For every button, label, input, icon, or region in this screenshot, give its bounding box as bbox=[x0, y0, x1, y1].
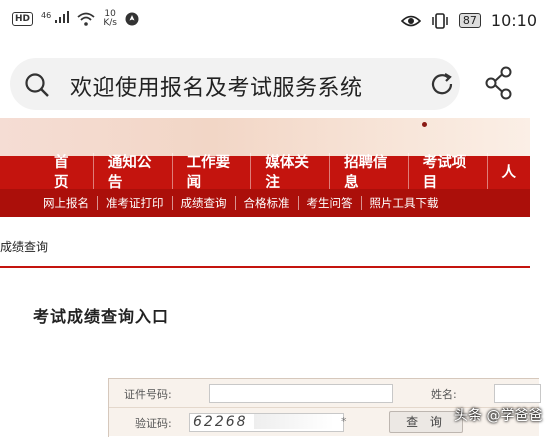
hd-badge: HD bbox=[12, 12, 34, 26]
captcha-value: 62268 bbox=[193, 414, 248, 430]
page-title: 考试成绩查询入口 bbox=[33, 307, 170, 326]
search-icon[interactable] bbox=[24, 72, 50, 98]
main-nav: 首页 通知公告 工作要闻 媒体关注 招聘信息 考试项目 人 bbox=[0, 152, 531, 193]
sub-nav-online-registration[interactable]: 网上报名 bbox=[35, 196, 98, 210]
banner-ornament bbox=[422, 122, 427, 127]
id-number-input[interactable] bbox=[209, 384, 393, 403]
nav-item-notices[interactable]: 通知公告 bbox=[94, 152, 173, 193]
nav-item-recruitment[interactable]: 招聘信息 bbox=[330, 152, 409, 193]
sub-nav-pass-standard[interactable]: 合格标准 bbox=[236, 196, 299, 210]
refresh-icon[interactable] bbox=[428, 70, 456, 98]
watermark: 头条 @学爸爸 bbox=[454, 408, 543, 424]
nav-item-work-news[interactable]: 工作要闻 bbox=[173, 152, 252, 193]
sub-nav: 网上报名 准考证打印 成绩查询 合格标准 考生问答 照片工具下载 bbox=[0, 189, 530, 217]
id-label: 证件号码: bbox=[124, 388, 172, 401]
name-input[interactable] bbox=[494, 384, 541, 403]
net-speed: 10 K/s bbox=[103, 10, 117, 28]
compass-icon bbox=[125, 12, 139, 26]
breadcrumb[interactable]: 成绩查询 bbox=[0, 238, 48, 255]
nav-item-more[interactable]: 人 bbox=[488, 163, 531, 183]
nav-item-media[interactable]: 媒体关注 bbox=[251, 152, 331, 193]
share-icon[interactable] bbox=[484, 66, 514, 100]
site-banner bbox=[0, 118, 530, 156]
sub-nav-photo-tool[interactable]: 照片工具下载 bbox=[362, 196, 447, 210]
name-label: 姓名: bbox=[431, 388, 457, 401]
vibrate-icon bbox=[432, 12, 448, 29]
address-bar[interactable]: 欢迎使用报名及考试服务系统 bbox=[10, 58, 460, 110]
wifi-icon bbox=[77, 12, 95, 26]
clock: 10:10 bbox=[490, 11, 537, 30]
cell-signal-icon: 46 bbox=[41, 10, 70, 27]
battery-icon: 87 bbox=[458, 13, 481, 28]
eye-icon bbox=[400, 15, 421, 26]
query-button[interactable]: 查 询 bbox=[389, 411, 463, 433]
section-divider bbox=[0, 266, 530, 268]
captcha-label: 验证码: bbox=[135, 417, 172, 430]
net-speed-unit: K/s bbox=[103, 18, 117, 28]
captcha-redaction bbox=[254, 414, 334, 429]
sub-nav-score-query[interactable]: 成绩查询 bbox=[173, 196, 236, 210]
status-bar: HD 46 10 K/s 87 10:10 bbox=[0, 0, 555, 46]
status-right: 87 10:10 bbox=[400, 11, 537, 30]
form-row-id: 证件号码: 姓名: bbox=[109, 379, 541, 408]
status-left: HD 46 10 K/s bbox=[12, 10, 139, 28]
sub-nav-admission-ticket[interactable]: 准考证打印 bbox=[98, 196, 173, 210]
network-type: 46 bbox=[41, 10, 52, 20]
nav-item-home[interactable]: 首页 bbox=[40, 152, 94, 193]
required-mark: * bbox=[341, 415, 347, 428]
nav-item-exam-projects[interactable]: 考试项目 bbox=[409, 152, 488, 193]
address-text[interactable]: 欢迎使用报名及考试服务系统 bbox=[70, 70, 363, 102]
sub-nav-faq[interactable]: 考生问答 bbox=[299, 196, 362, 210]
